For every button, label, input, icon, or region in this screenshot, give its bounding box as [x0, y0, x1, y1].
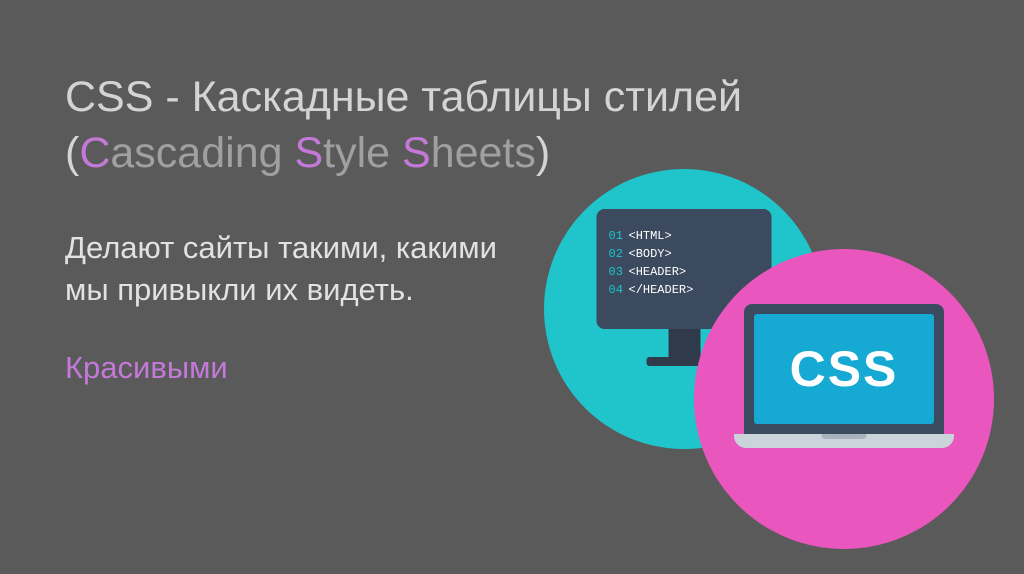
- code-tag1: <HTML>: [629, 229, 672, 243]
- code-ln3: 03: [609, 263, 629, 281]
- title-letter-s1: S: [294, 129, 323, 177]
- laptop-screen: CSS: [754, 314, 934, 424]
- code-ln4: 04: [609, 281, 629, 299]
- slide-subtitle: Делают сайты такими, какими мы привыкли …: [65, 227, 515, 311]
- title-letter-c: C: [79, 129, 110, 177]
- title-line1: CSS - Каскадные таблицы стилей: [65, 73, 742, 121]
- code-tag2: <BODY>: [629, 247, 672, 261]
- code-tag4: </HEADER>: [629, 283, 694, 297]
- paren-open: (: [65, 129, 79, 177]
- pink-circle: CSS: [694, 249, 994, 549]
- title-c-rest: ascading: [110, 129, 294, 177]
- code-ln1: 01: [609, 227, 629, 245]
- title-letter-s2: S: [402, 129, 431, 177]
- laptop-icon: CSS: [734, 304, 954, 448]
- graphic-area: 01<HTML> 02<BODY> 03<HEADER> 04</HEADER>…: [474, 169, 994, 549]
- slide-title: CSS - Каскадные таблицы стилей (Cascadin…: [65, 70, 959, 182]
- code-tag3: <HEADER>: [629, 265, 687, 279]
- monitor-stand: [668, 329, 700, 357]
- code-ln2: 02: [609, 245, 629, 263]
- title-s1-rest: tyle: [323, 129, 402, 177]
- laptop-base: [734, 434, 954, 448]
- laptop-bezel: CSS: [744, 304, 944, 434]
